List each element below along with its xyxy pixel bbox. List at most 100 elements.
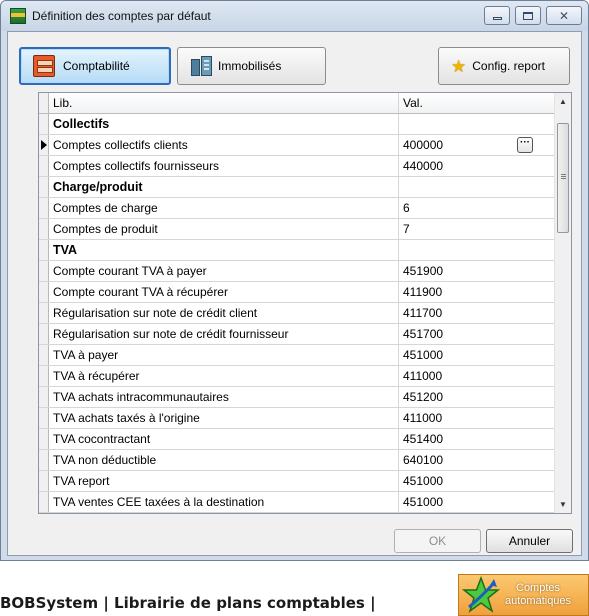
table-row[interactable]: TVA achats intracommunautaires 451200 [39,387,555,408]
table-row[interactable]: TVA achats taxés à l'origine 411000 [39,408,555,429]
val-cell[interactable]: 411900 [399,282,555,302]
vertical-scrollbar[interactable]: ▲ ▼ [554,93,571,513]
current-row-arrow-icon [41,140,47,150]
row-selector-cell[interactable] [39,135,49,155]
table-row[interactable]: TVA à payer 451000 [39,345,555,366]
row-selector-cell[interactable] [39,429,49,449]
row-selector-cell[interactable] [39,303,49,323]
group-row[interactable]: Charge/produit [39,177,555,198]
val-cell[interactable]: 451000 [399,492,555,512]
row-selector-cell[interactable] [39,345,49,365]
lib-cell: TVA à payer [49,345,399,365]
star-icon: ★ [451,56,467,76]
table-row[interactable]: TVA non déductible 640100 [39,450,555,471]
ok-button[interactable]: OK [394,529,481,553]
row-selector-cell[interactable] [39,177,49,197]
row-selector-cell[interactable] [39,324,49,344]
val-text: 451000 [403,495,444,509]
val-cell[interactable]: 400000 ··· [399,135,555,155]
table-row[interactable]: Compte courant TVA à payer 451900 [39,261,555,282]
column-header-lib[interactable]: Lib. [49,93,399,113]
comptabilite-button[interactable]: Comptabilité [19,47,171,85]
row-selector-cell[interactable] [39,198,49,218]
table-row[interactable]: TVA à récupérer 411000 [39,366,555,387]
table-row[interactable]: Comptes de produit 7 [39,219,555,240]
scroll-down-arrow-icon[interactable]: ▼ [555,496,571,513]
val-cell[interactable] [399,114,555,134]
val-cell[interactable]: 451700 [399,324,555,344]
scrollbar-thumb[interactable] [557,123,569,233]
table-row[interactable]: Compte courant TVA à récupérer 411900 [39,282,555,303]
val-text: 451200 [403,390,444,404]
cancel-button[interactable]: Annuler [486,529,573,553]
table-row[interactable]: TVA cocontractant 451400 [39,429,555,450]
val-cell[interactable]: 451400 [399,429,555,449]
val-cell[interactable]: 7 [399,219,555,239]
lib-cell: Comptes collectifs clients [49,135,399,155]
val-cell[interactable]: 6 [399,198,555,218]
config-report-label: Config. report [472,59,545,73]
table-row[interactable]: TVA ventes CEE taxées à la destination 45… [39,492,555,513]
row-selector-cell[interactable] [39,408,49,428]
group-row[interactable]: TVA [39,240,555,261]
val-cell[interactable]: 451000 [399,471,555,491]
close-button[interactable]: ✕ [546,6,582,25]
row-selector-cell[interactable] [39,219,49,239]
auto-label-line2: automatiques [505,595,572,607]
comptes-automatiques-button[interactable]: Comptes automatiques [458,574,589,616]
val-cell[interactable]: 411700 [399,303,555,323]
table-row[interactable]: TVA report 451000 [39,471,555,492]
val-cell[interactable]: 640100 [399,450,555,470]
accounts-grid: Lib. Val. Collectifs Comptes collectifs c… [38,92,572,514]
row-selector-cell[interactable] [39,282,49,302]
immobilises-label: Immobilisés [218,59,282,73]
grid-header: Lib. Val. [39,93,555,114]
lib-cell: Comptes de charge [49,198,399,218]
val-cell[interactable]: 440000 [399,156,555,176]
row-selector-cell[interactable] [39,492,49,512]
title-bar[interactable]: Définition des comptes par défaut ✕ [1,1,588,31]
comptabilite-label: Comptabilité [63,59,130,73]
table-row[interactable]: Comptes collectifs clients 400000 ··· [39,135,555,156]
scroll-up-arrow-icon[interactable]: ▲ [555,93,571,110]
table-row[interactable]: Régularisation sur note de crédit client… [39,303,555,324]
table-row[interactable]: Comptes de charge 6 [39,198,555,219]
lib-cell: TVA ventes CEE taxées à la destination [49,492,399,512]
val-cell[interactable]: 411000 [399,408,555,428]
val-cell[interactable]: 451900 [399,261,555,281]
val-cell[interactable] [399,240,555,260]
row-selector-cell[interactable] [39,450,49,470]
val-cell[interactable]: 451000 [399,345,555,365]
row-selector-cell[interactable] [39,114,49,134]
row-selector-cell[interactable] [39,261,49,281]
table-row[interactable]: Régularisation sur note de crédit fourni… [39,324,555,345]
column-header-val[interactable]: Val. [399,93,555,113]
row-selector-cell[interactable] [39,240,49,260]
group-row[interactable]: Collectifs [39,114,555,135]
val-text: 640100 [403,453,444,467]
lib-cell: Régularisation sur note de crédit client [49,303,399,323]
ellipsis-browse-button[interactable]: ··· [517,137,533,153]
lib-cell: Régularisation sur note de crédit fourni… [49,324,399,344]
val-cell[interactable]: 411000 [399,366,555,386]
row-selector-cell[interactable] [39,387,49,407]
row-selector-cell[interactable] [39,366,49,386]
lib-cell: TVA achats taxés à l'origine [49,408,399,428]
building-icon [190,55,214,77]
table-row[interactable]: Comptes collectifs fournisseurs 440000 [39,156,555,177]
row-selector-cell[interactable] [39,471,49,491]
maximize-button[interactable] [515,6,541,25]
app-grid-icon [10,8,26,24]
star-arrow-icon [461,575,501,613]
val-cell[interactable]: 451200 [399,387,555,407]
lib-cell: Charge/produit [49,177,399,197]
lib-cell: TVA non déductible [49,450,399,470]
immobilises-button[interactable]: Immobilisés [177,47,326,85]
val-text: 451700 [403,327,444,341]
row-selector-cell[interactable] [39,156,49,176]
minimize-button[interactable] [484,6,510,25]
val-cell[interactable] [399,177,555,197]
val-text: 451000 [403,474,444,488]
lib-cell: Compte courant TVA à payer [49,261,399,281]
config-report-button[interactable]: ★ Config. report [438,47,570,85]
